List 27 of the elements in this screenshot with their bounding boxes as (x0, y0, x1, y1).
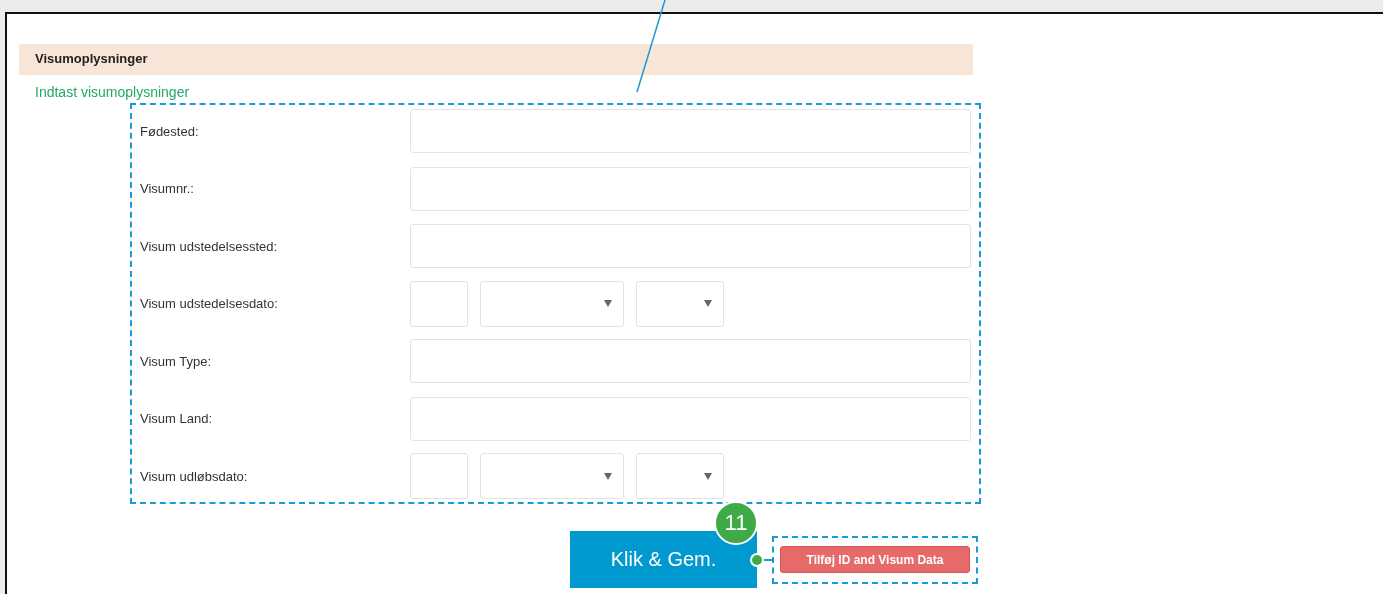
input-field[interactable] (410, 166, 971, 211)
add-button[interactable]: Tilføj ID and Visum Data (780, 546, 970, 573)
month-dropdown[interactable] (480, 453, 624, 499)
caret-icon (704, 300, 712, 307)
field-label: Visumnr.: (140, 181, 195, 196)
caret-icon (604, 472, 612, 480)
day-field[interactable] (410, 280, 468, 327)
caret-icon (704, 472, 712, 480)
section-subtitle: Indtast visumoplysninger (34, 84, 191, 100)
day-field[interactable] (410, 453, 468, 499)
field-label: Visum udløbsdato: (140, 468, 249, 484)
input-field[interactable] (410, 109, 971, 153)
field-label: Fødested: (140, 123, 200, 139)
field-label: Visum udstedelsessted: (140, 238, 279, 254)
month-dropdown[interactable] (480, 280, 624, 327)
input-field[interactable] (410, 224, 971, 268)
connector-dot (750, 553, 764, 567)
input-field[interactable] (410, 339, 971, 383)
year-dropdown[interactable] (636, 453, 724, 499)
field-label: Visum Land: (140, 411, 214, 426)
section-header: Visumoplysninger (19, 44, 973, 75)
year-dropdown[interactable] (636, 280, 724, 327)
input-field[interactable] (410, 396, 971, 441)
field-label: Visum Type: (140, 353, 213, 369)
field-label: Visum udstedelsesdato: (140, 296, 279, 311)
step-badge: 11 (714, 501, 758, 545)
caret-icon (604, 300, 612, 307)
